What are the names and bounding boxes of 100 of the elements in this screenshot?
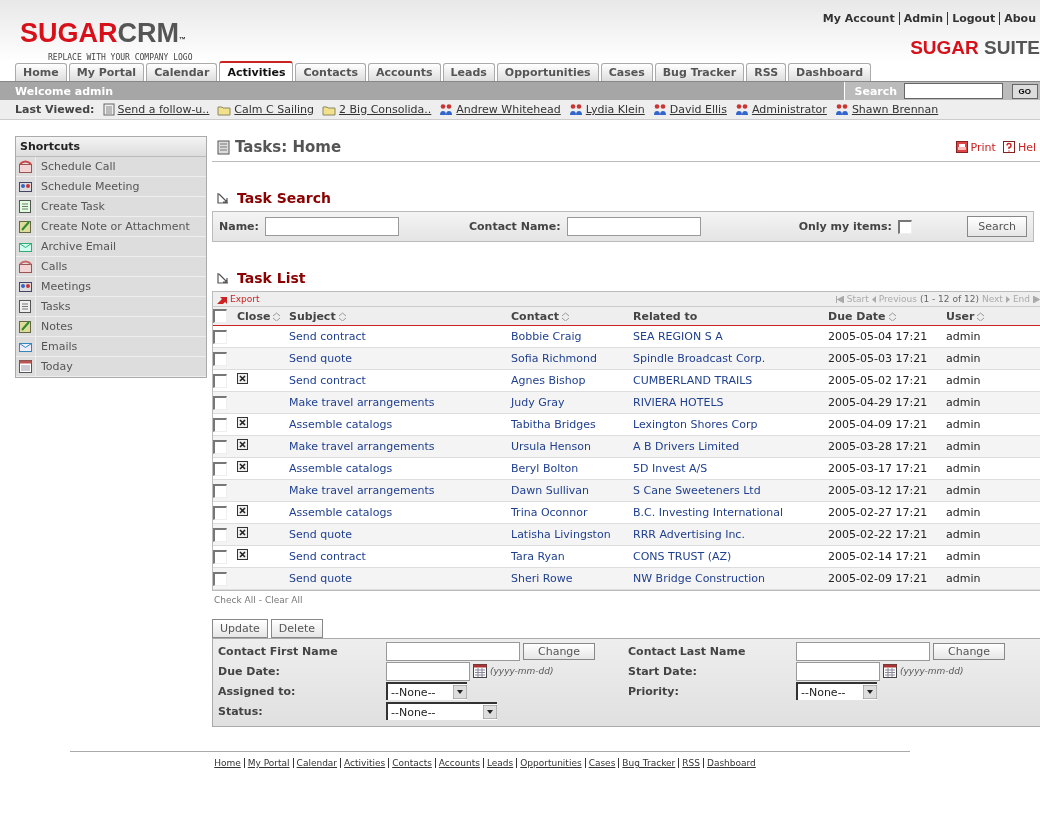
date-input[interactable]	[386, 661, 470, 681]
date-input[interactable]	[796, 661, 880, 681]
go-button[interactable]: GO	[1011, 83, 1038, 99]
nav-tab[interactable]: Contacts	[295, 63, 366, 81]
subject-link[interactable]: Send contract	[289, 373, 366, 387]
contact-link[interactable]: Tabitha Bridges	[511, 417, 596, 431]
subject-link[interactable]: Assemble catalogs	[289, 417, 393, 431]
close-task-icon[interactable]	[237, 527, 248, 538]
close-task-icon[interactable]	[237, 549, 248, 560]
checkbox[interactable]	[897, 219, 912, 234]
nav-tab[interactable]: Calendar	[146, 63, 218, 81]
related-link[interactable]: 5D Invest A/S	[633, 461, 708, 475]
related-link[interactable]: CONS TRUST (AZ)	[633, 549, 732, 563]
footer-link[interactable]: Calendar	[292, 758, 341, 768]
mass-update-button[interactable]: Delete	[270, 619, 323, 638]
sort-icon[interactable]	[272, 311, 282, 321]
top-link[interactable]: My Account	[818, 12, 899, 25]
row-checkbox[interactable]	[213, 505, 227, 520]
close-task-icon[interactable]	[237, 373, 248, 384]
contact-link[interactable]: Trina Oconnor	[511, 505, 588, 519]
nav-tab[interactable]: Accounts	[367, 63, 441, 81]
change-button[interactable]: Change	[523, 642, 596, 660]
row-checkbox[interactable]	[213, 373, 227, 388]
calendar-icon[interactable]	[883, 664, 897, 678]
nav-tab[interactable]: Opportunities	[496, 63, 599, 81]
recent-item-link[interactable]: Administrator	[751, 103, 827, 116]
footer-link[interactable]: Activities	[340, 758, 389, 768]
change-button[interactable]: Change	[933, 642, 1006, 660]
related-link[interactable]: SEA REGION S A	[633, 329, 723, 343]
text-input[interactable]	[386, 641, 520, 661]
row-checkbox[interactable]	[213, 329, 227, 344]
row-checkbox[interactable]	[213, 439, 227, 454]
subject-link[interactable]: Send contract	[289, 329, 366, 343]
select-all-checkbox[interactable]	[213, 309, 227, 323]
nav-tab[interactable]: My Portal	[68, 63, 145, 81]
row-checkbox[interactable]	[213, 395, 227, 410]
row-checkbox[interactable]	[213, 527, 227, 542]
shortcut-link[interactable]: Create Note or Attachment	[36, 220, 190, 233]
footer-link[interactable]: Dashboard	[702, 758, 759, 768]
related-link[interactable]: Lexington Shores Corp	[633, 417, 758, 431]
dropdown[interactable]: --None--	[386, 682, 467, 700]
row-checkbox[interactable]	[213, 351, 227, 366]
search-button[interactable]: Search	[967, 216, 1027, 237]
top-link[interactable]: Admin	[898, 12, 948, 25]
shortcut-link[interactable]: Emails	[36, 340, 78, 353]
row-checkbox[interactable]	[213, 571, 227, 586]
subject-link[interactable]: Assemble catalogs	[289, 505, 393, 519]
recent-item-link[interactable]: 2 Big Consolida..	[339, 103, 432, 116]
footer-link[interactable]: Accounts	[434, 758, 483, 768]
nav-tab[interactable]: Bug Tracker	[654, 63, 745, 81]
shortcut-link[interactable]: Archive Email	[36, 240, 117, 253]
shortcut-link[interactable]: Notes	[36, 320, 73, 333]
shortcut-link[interactable]: Schedule Meeting	[36, 180, 140, 193]
shortcut-link[interactable]: Create Task	[36, 200, 105, 213]
recent-item-link[interactable]: Calm C Sailing	[234, 103, 315, 116]
sort-icon[interactable]	[560, 311, 570, 321]
dropdown[interactable]: --None--	[796, 682, 877, 700]
nav-tab[interactable]: Home	[15, 63, 67, 81]
sort-icon[interactable]	[337, 311, 347, 321]
name-input[interactable]	[264, 217, 399, 236]
footer-link[interactable]: Bug Tracker	[618, 758, 679, 768]
contact-link[interactable]: Bobbie Craig	[511, 329, 582, 343]
footer-link[interactable]: Cases	[584, 758, 619, 768]
sort-icon[interactable]	[887, 311, 897, 321]
recent-item-link[interactable]: David Ellis	[669, 103, 727, 116]
subject-link[interactable]: Send quote	[289, 571, 352, 585]
subject-link[interactable]: Send quote	[289, 527, 352, 541]
nav-tab[interactable]: Cases	[600, 63, 653, 81]
recent-item-link[interactable]: Send a follow-u..	[117, 103, 210, 116]
contact-name-input[interactable]	[566, 217, 701, 236]
mass-update-button[interactable]: Update	[212, 619, 268, 638]
top-link[interactable]: Abou	[999, 12, 1040, 25]
clear-all-link[interactable]: Clear All	[264, 595, 303, 605]
footer-link[interactable]: Opportunities	[516, 758, 585, 768]
print-link[interactable]: Print	[970, 140, 996, 154]
nav-tab[interactable]: Dashboard	[788, 63, 872, 81]
check-all-link[interactable]: Check All	[214, 595, 256, 605]
footer-link[interactable]: Leads	[482, 758, 517, 768]
close-task-icon[interactable]	[237, 417, 248, 428]
row-checkbox[interactable]	[213, 483, 227, 498]
footer-link[interactable]: RSS	[678, 758, 703, 768]
row-checkbox[interactable]	[213, 417, 227, 432]
shortcut-link[interactable]: Meetings	[36, 280, 92, 293]
row-checkbox[interactable]	[213, 461, 227, 476]
shortcut-link[interactable]: Calls	[36, 260, 68, 273]
calendar-icon[interactable]	[473, 664, 487, 678]
row-checkbox[interactable]	[213, 549, 227, 564]
help-link[interactable]: Hel	[1017, 140, 1036, 154]
subject-link[interactable]: Assemble catalogs	[289, 461, 393, 475]
recent-item-link[interactable]: Lydia Klein	[585, 103, 645, 116]
footer-link[interactable]: My Portal	[243, 758, 293, 768]
close-task-icon[interactable]	[237, 461, 248, 472]
shortcut-link[interactable]: Today	[36, 360, 73, 373]
footer-link[interactable]: Home	[211, 758, 244, 768]
sort-icon[interactable]	[976, 311, 986, 321]
export-link[interactable]: Export	[217, 294, 260, 304]
related-link[interactable]: B.C. Investing International	[633, 505, 783, 519]
contact-link[interactable]: Beryl Bolton	[511, 461, 579, 475]
top-link[interactable]: Logout	[947, 12, 1000, 25]
text-input[interactable]	[796, 641, 930, 661]
